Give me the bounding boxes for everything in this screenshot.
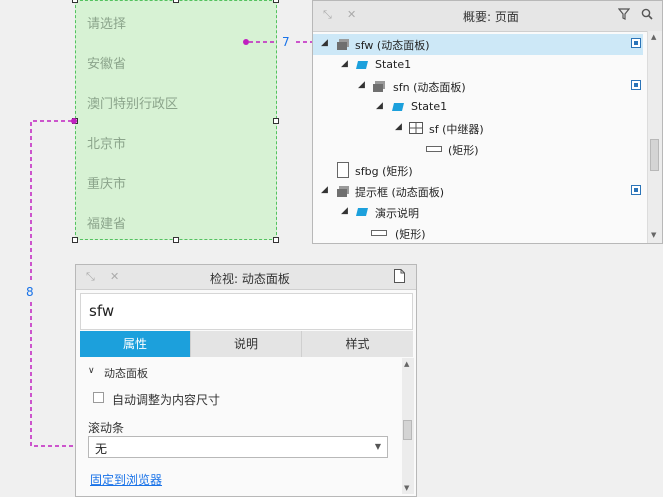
search-icon[interactable] bbox=[641, 8, 653, 23]
repeater-icon bbox=[409, 122, 423, 134]
connector-label: 7 bbox=[282, 35, 290, 49]
state-icon bbox=[392, 103, 404, 111]
filter-icon[interactable] bbox=[617, 8, 631, 23]
dynamic-panel-icon bbox=[373, 81, 385, 92]
pin-to-browser-link[interactable]: 固定到浏览器 bbox=[90, 471, 162, 488]
tree-row-state1[interactable]: ◢ State1 bbox=[313, 55, 643, 76]
rectangle-icon bbox=[426, 146, 442, 152]
chevron-down-icon[interactable]: ∨ bbox=[88, 366, 95, 376]
tree-row-label: sfbg (矩形) bbox=[355, 165, 413, 178]
expand-triangle-icon[interactable]: ◢ bbox=[358, 80, 365, 90]
tree-row-label: 演示说明 bbox=[375, 207, 419, 220]
tree-row-state1[interactable]: ◢ State1 bbox=[313, 97, 643, 118]
tab-notes[interactable]: 说明 bbox=[191, 331, 302, 357]
inspector-panel: ⤡ ✕ 检视: 动态面板 sfw 属性 说明 样式 ∨ 动态面板 自动调整为内容… bbox=[75, 264, 417, 497]
auto-fit-label: 自动调整为内容尺寸 bbox=[112, 393, 221, 407]
close-icon[interactable]: ✕ bbox=[347, 8, 356, 21]
inspector-header: ⤡ ✕ 检视: 动态面板 bbox=[76, 265, 416, 290]
expand-triangle-icon[interactable]: ◢ bbox=[341, 206, 348, 216]
inspector-title: 检视: 动态面板 bbox=[210, 272, 290, 286]
close-icon[interactable]: ✕ bbox=[110, 270, 119, 283]
scroll-up-icon[interactable]: ▲ bbox=[651, 33, 656, 41]
notes-page-icon[interactable] bbox=[394, 269, 405, 286]
outline-scrollbar[interactable]: ▲ ▼ bbox=[647, 31, 662, 243]
dynamic-panel-icon bbox=[337, 39, 349, 50]
expand-triangle-icon[interactable]: ◢ bbox=[376, 101, 383, 111]
collapse-icon[interactable]: ⤡ bbox=[323, 8, 332, 22]
inspector-scrollbar[interactable]: ▲ ▼ bbox=[402, 358, 414, 494]
dynamic-panel-icon bbox=[337, 186, 349, 197]
tree-row-sf[interactable]: ◢ sf (中继器) bbox=[313, 118, 643, 139]
tree-row-sfbg[interactable]: sfbg (矩形) bbox=[313, 160, 643, 181]
tree-row-label: 提示框 (动态面板) bbox=[355, 186, 445, 199]
tree-row-sfw[interactable]: ◢ sfw (动态面板) bbox=[313, 34, 643, 55]
tree-row-demo-state[interactable]: ◢ 演示说明 bbox=[313, 202, 643, 223]
tree-row-label: (矩形) bbox=[448, 144, 479, 157]
state-icon bbox=[356, 61, 368, 69]
dropdown-arrow-icon: ▼ bbox=[374, 442, 381, 451]
widget-name-field[interactable]: sfw bbox=[80, 293, 413, 330]
tree-row-label: sfn (动态面板) bbox=[393, 81, 466, 94]
scrollbar-select[interactable]: 无 ▼ bbox=[88, 436, 388, 458]
tree-row-rect[interactable]: (矩形) bbox=[313, 139, 643, 160]
scroll-up-icon[interactable]: ▲ bbox=[404, 360, 409, 368]
rectangle-icon bbox=[337, 162, 349, 178]
tab-properties[interactable]: 属性 bbox=[80, 331, 191, 357]
tree-row-sfn[interactable]: ◢ sfn (动态面板) bbox=[313, 76, 643, 97]
expand-triangle-icon[interactable]: ◢ bbox=[321, 185, 328, 195]
expand-triangle-icon[interactable]: ◢ bbox=[321, 38, 328, 48]
tree-row-label: (矩形) bbox=[395, 228, 426, 241]
inspector-tabs: 属性 说明 样式 bbox=[80, 331, 413, 357]
scrollbar-thumb[interactable] bbox=[403, 420, 412, 440]
visibility-checkbox[interactable] bbox=[631, 185, 641, 195]
collapse-icon[interactable]: ⤡ bbox=[86, 270, 95, 284]
rectangle-icon bbox=[371, 230, 387, 236]
connector-label: 8 bbox=[26, 285, 34, 299]
tree-row-label: State1 bbox=[411, 100, 448, 113]
state-icon bbox=[356, 208, 368, 216]
tree-row-tooltip-panel[interactable]: ◢ 提示框 (动态面板) bbox=[313, 181, 643, 202]
scrollbar-thumb[interactable] bbox=[650, 139, 659, 171]
scroll-down-icon[interactable]: ▼ bbox=[651, 231, 656, 239]
tree-row-label: State1 bbox=[375, 58, 412, 71]
outline-header: ⤡ ✕ 概要: 页面 bbox=[313, 1, 662, 32]
expand-triangle-icon[interactable]: ◢ bbox=[395, 122, 402, 132]
tree-row-rect[interactable]: (矩形) bbox=[313, 223, 643, 244]
tree-row-label: sf (中继器) bbox=[429, 123, 484, 136]
auto-fit-checkbox[interactable] bbox=[93, 392, 104, 403]
outline-title: 概要: 页面 bbox=[463, 10, 519, 24]
widget-name-value: sfw bbox=[89, 302, 115, 320]
outline-panel: ⤡ ✕ 概要: 页面 ◢ sfw (动态面板) ◢ State1 ◢ sfn (… bbox=[312, 0, 663, 244]
section-title: 动态面板 bbox=[104, 367, 148, 380]
visibility-checkbox[interactable] bbox=[631, 38, 641, 48]
tab-style[interactable]: 样式 bbox=[302, 331, 413, 357]
tree-row-label: sfw (动态面板) bbox=[355, 39, 430, 52]
visibility-checkbox[interactable] bbox=[631, 80, 641, 90]
scrollbar-select-value: 无 bbox=[95, 442, 108, 456]
scroll-down-icon[interactable]: ▼ bbox=[404, 484, 409, 492]
scrollbar-setting-label: 滚动条 bbox=[88, 421, 125, 435]
expand-triangle-icon[interactable]: ◢ bbox=[341, 59, 348, 69]
